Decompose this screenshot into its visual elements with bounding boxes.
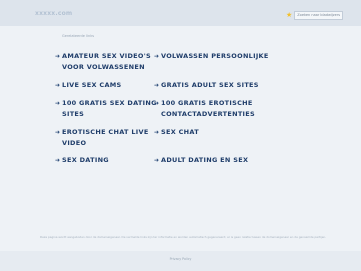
arrow-right-icon: ➜ (55, 157, 61, 164)
header: xxxxx.com ★ Zoeken naar bladwijzers (0, 0, 361, 26)
domain-name: xxxxx.com (35, 10, 73, 17)
link-item[interactable]: ➜ SEX CHAT (154, 127, 271, 138)
arrow-right-icon: ➜ (55, 53, 61, 60)
footer: Privacy Policy (0, 251, 361, 271)
arrow-right-icon: ➜ (154, 53, 160, 60)
star-icon[interactable]: ★ (286, 11, 292, 19)
arrow-right-icon: ➜ (55, 82, 61, 89)
link-label[interactable]: 100 GRATIS EROTISCHE CONTACTADVERTENTIES (161, 98, 271, 120)
link-item[interactable]: ➜ ADULT DATING EN SEX (154, 155, 271, 166)
arrow-right-icon: ➜ (154, 129, 160, 136)
link-label[interactable]: VOLWASSEN PERSOONLIJKE (161, 51, 271, 62)
link-item[interactable]: ➜ 100 GRATIS EROTISCHE CONTACTADVERTENTI… (154, 98, 271, 120)
arrow-right-icon: ➜ (154, 82, 160, 89)
link-label[interactable]: SEX CHAT (161, 127, 271, 138)
link-label[interactable]: ADULT DATING EN SEX (161, 155, 271, 166)
arrow-right-icon: ➜ (154, 100, 160, 107)
bookmark-control[interactable]: ★ Zoeken naar bladwijzers (286, 10, 344, 20)
link-item[interactable]: ➜ VOLWASSEN PERSOONLIJKE (154, 51, 271, 62)
arrow-right-icon: ➜ (55, 129, 61, 136)
link-label[interactable]: GRATIS ADULT SEX SITES (161, 80, 271, 91)
bookmark-button[interactable]: Zoeken naar bladwijzers (294, 10, 344, 20)
related-links-label: Gerelateerde links (62, 34, 95, 38)
link-item[interactable]: ➜ GRATIS ADULT SEX SITES (154, 80, 271, 91)
arrow-right-icon: ➜ (154, 157, 160, 164)
footer-disclaimer: Deze pagina wordt aangeboden door de dom… (40, 235, 327, 239)
arrow-right-icon: ➜ (55, 100, 61, 107)
privacy-policy-link[interactable]: Privacy Policy (0, 257, 361, 261)
